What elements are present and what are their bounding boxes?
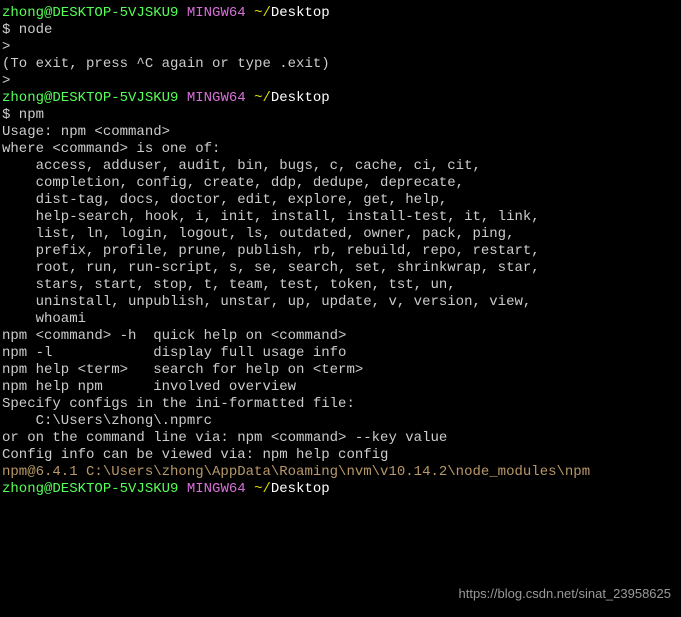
prompt-host: MINGW64: [187, 481, 246, 497]
npm-cmd-list: completion, config, create, ddp, dedupe,…: [2, 175, 679, 192]
npm-help-line: npm help npm involved overview: [2, 379, 679, 396]
npm-cmd-list: list, ln, login, logout, ls, outdated, o…: [2, 226, 679, 243]
prompt-tilde: ~/: [254, 5, 271, 21]
npm-usage: Usage: npm <command>: [2, 124, 679, 141]
npm-cmd-list: uninstall, unpublish, unstar, up, update…: [2, 294, 679, 311]
npm-cmd-list: root, run, run-script, s, se, search, se…: [2, 260, 679, 277]
prompt-path: Desktop: [271, 90, 330, 106]
watermark-text: https://blog.csdn.net/sinat_23958625: [459, 585, 672, 602]
prompt-host: MINGW64: [187, 90, 246, 106]
prompt-path: Desktop: [271, 481, 330, 497]
prompt-tilde: ~/: [254, 481, 271, 497]
npm-cmd-list: access, adduser, audit, bin, bugs, c, ca…: [2, 158, 679, 175]
prompt-line-1: zhong@DESKTOP-5VJSKU9 MINGW64 ~/Desktop: [2, 5, 679, 22]
command-node: $ node: [2, 22, 679, 39]
prompt-user: zhong@DESKTOP-5VJSKU9: [2, 481, 178, 497]
npm-version-path: npm@6.4.1 C:\Users\zhong\AppData\Roaming…: [2, 464, 679, 481]
node-prompt: >: [2, 39, 679, 56]
prompt-user: zhong@DESKTOP-5VJSKU9: [2, 5, 178, 21]
npm-cmd-list: stars, start, stop, t, team, test, token…: [2, 277, 679, 294]
npm-config-line: Config info can be viewed via: npm help …: [2, 447, 679, 464]
npm-where-header: where <command> is one of:: [2, 141, 679, 158]
npm-help-line: npm -l display full usage info: [2, 345, 679, 362]
node-exit-msg: (To exit, press ^C again or type .exit): [2, 56, 679, 73]
npm-cmd-list: dist-tag, docs, doctor, edit, explore, g…: [2, 192, 679, 209]
command-npm: $ npm: [2, 107, 679, 124]
prompt-line-3: zhong@DESKTOP-5VJSKU9 MINGW64 ~/Desktop: [2, 481, 679, 498]
prompt-user: zhong@DESKTOP-5VJSKU9: [2, 90, 178, 106]
node-prompt: >: [2, 73, 679, 90]
npm-config-line: Specify configs in the ini-formatted fil…: [2, 396, 679, 413]
npm-config-line: or on the command line via: npm <command…: [2, 430, 679, 447]
npm-cmd-list: help-search, hook, i, init, install, ins…: [2, 209, 679, 226]
npm-help-line: npm help <term> search for help on <term…: [2, 362, 679, 379]
prompt-path: Desktop: [271, 5, 330, 21]
npm-cmd-list: whoami: [2, 311, 679, 328]
npm-cmd-list: prefix, profile, prune, publish, rb, reb…: [2, 243, 679, 260]
npm-help-line: npm <command> -h quick help on <command>: [2, 328, 679, 345]
prompt-line-2: zhong@DESKTOP-5VJSKU9 MINGW64 ~/Desktop: [2, 90, 679, 107]
prompt-host: MINGW64: [187, 5, 246, 21]
prompt-tilde: ~/: [254, 90, 271, 106]
npm-config-path: C:\Users\zhong\.npmrc: [2, 413, 679, 430]
